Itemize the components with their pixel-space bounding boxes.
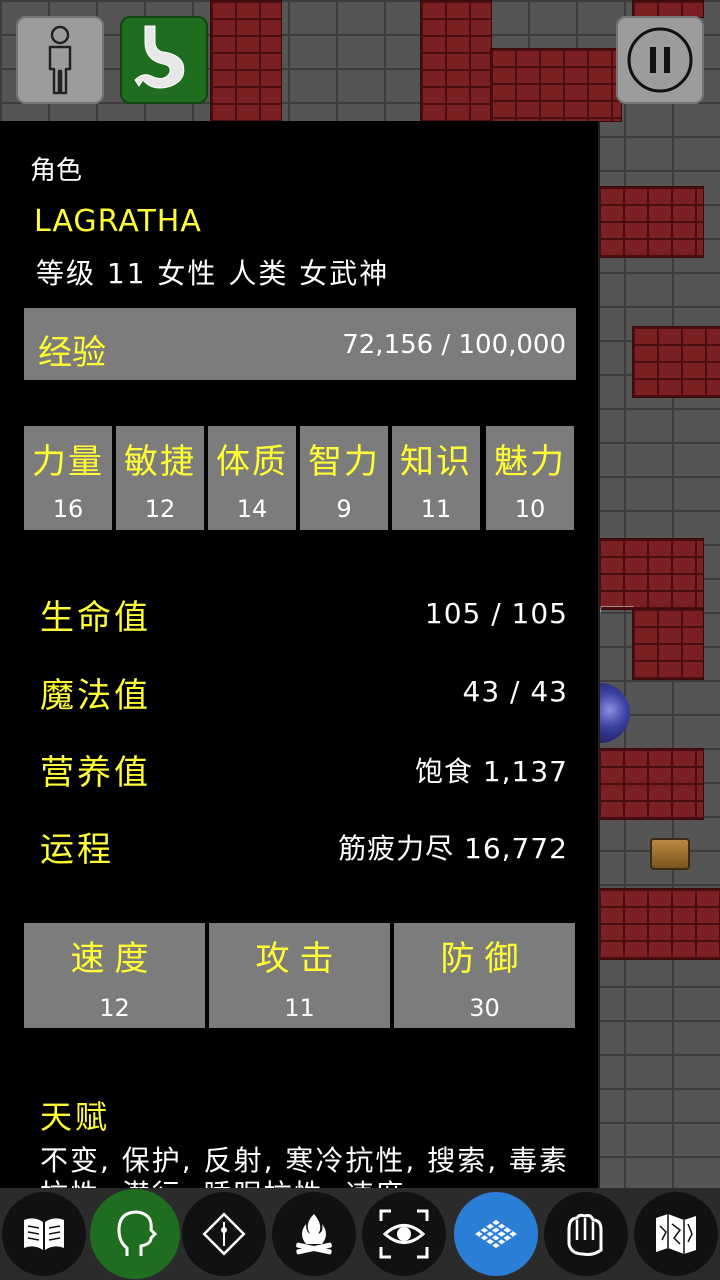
- section-label: 角色: [30, 156, 83, 186]
- attribute-value: 11: [420, 495, 452, 523]
- stat-nutrition-label: 营养值: [40, 753, 151, 793]
- brick-wall: [210, 0, 282, 122]
- attribute-name: 敏捷: [124, 442, 196, 482]
- attribute-name: 体质: [216, 442, 288, 482]
- combat-name: 防御: [440, 939, 529, 979]
- eye-search-icon: [379, 1209, 429, 1259]
- stat-mp-label: 魔法值: [40, 676, 151, 716]
- attribute-name: 智力: [308, 442, 380, 482]
- head-profile-icon: [117, 1210, 158, 1256]
- stat-encumbrance-value: 筋疲力尽 16,772: [338, 832, 568, 865]
- campfire-icon: [296, 1214, 332, 1255]
- stat-encumbrance-label: 运程: [40, 830, 114, 870]
- attribute-wis: 知识 11: [392, 426, 480, 530]
- attribute-con: 体质 14: [208, 426, 296, 530]
- pause-icon: [627, 27, 693, 93]
- attribute-name: 知识: [400, 442, 472, 482]
- character-button[interactable]: [16, 16, 104, 104]
- toolbar-journal-button[interactable]: [2, 1192, 86, 1276]
- treasure-chest: [650, 838, 690, 870]
- cobweb: [595, 606, 634, 637]
- brick-wall: [598, 186, 704, 258]
- talents-title: 天赋: [40, 1098, 111, 1136]
- toolbar-search-button[interactable]: [362, 1192, 446, 1276]
- toolbar-inventory-button[interactable]: [544, 1192, 628, 1276]
- combat-name: 速度: [70, 939, 159, 979]
- attribute-str: 力量 16: [24, 426, 112, 530]
- status-button[interactable]: [120, 16, 208, 104]
- toolbar-character-button[interactable]: [90, 1189, 180, 1279]
- attribute-name: 魅力: [494, 442, 566, 482]
- bottom-toolbar: [0, 1188, 720, 1280]
- person-silhouette-icon: [48, 25, 72, 95]
- combat-speed: 速度 12: [24, 923, 205, 1028]
- attribute-name: 力量: [32, 442, 104, 482]
- attribute-dex: 敏捷 12: [116, 426, 204, 530]
- stat-hp-value: 105 / 105: [424, 597, 568, 630]
- attribute-value: 9: [336, 495, 352, 523]
- combat-value: 30: [469, 994, 500, 1022]
- stat-hp-label: 生命值: [40, 598, 151, 638]
- attribute-value: 12: [144, 495, 176, 523]
- toolbar-world-map-button[interactable]: [634, 1192, 718, 1276]
- toolbar-spells-button[interactable]: [182, 1192, 266, 1276]
- combat-value: 12: [99, 994, 130, 1022]
- attribute-value: 10: [514, 495, 546, 523]
- experience-value: 72,156 / 100,000: [342, 330, 566, 360]
- brick-wall: [632, 608, 704, 680]
- combat-name: 攻击: [255, 939, 344, 979]
- experience-box: 经验 72,156 / 100,000: [24, 308, 576, 380]
- attribute-cha: 魅力 10: [486, 426, 574, 530]
- folded-map-icon: [656, 1214, 696, 1254]
- brick-wall: [598, 888, 720, 960]
- brick-wall: [420, 0, 492, 122]
- toolbar-rest-button[interactable]: [272, 1192, 356, 1276]
- stomach-icon: [134, 25, 185, 89]
- brick-wall: [598, 748, 704, 820]
- character-description: 等级 11 女性 人类 女武神: [36, 257, 390, 290]
- combat-defense: 防御 30: [394, 923, 575, 1028]
- pause-button[interactable]: [616, 16, 704, 104]
- experience-label: 经验: [38, 333, 106, 373]
- attribute-value: 16: [52, 495, 84, 523]
- attribute-value: 14: [236, 495, 268, 523]
- spell-diamond-icon: [202, 1212, 246, 1256]
- toolbar-map-grid-button[interactable]: [454, 1192, 538, 1276]
- combat-attack: 攻击 11: [209, 923, 390, 1028]
- map-grid-icon: [475, 1220, 517, 1248]
- brick-wall: [632, 326, 720, 398]
- stat-mp-value: 43 / 43: [462, 675, 568, 708]
- brick-wall: [490, 48, 622, 122]
- hands-icon: [567, 1213, 603, 1256]
- stat-nutrition-value: 饱食 1,137: [414, 755, 568, 788]
- character-name: LAGRATHA: [34, 204, 202, 239]
- attribute-int: 智力 9: [300, 426, 388, 530]
- book-icon: [24, 1218, 64, 1250]
- combat-value: 11: [284, 994, 315, 1022]
- brick-wall: [598, 538, 704, 610]
